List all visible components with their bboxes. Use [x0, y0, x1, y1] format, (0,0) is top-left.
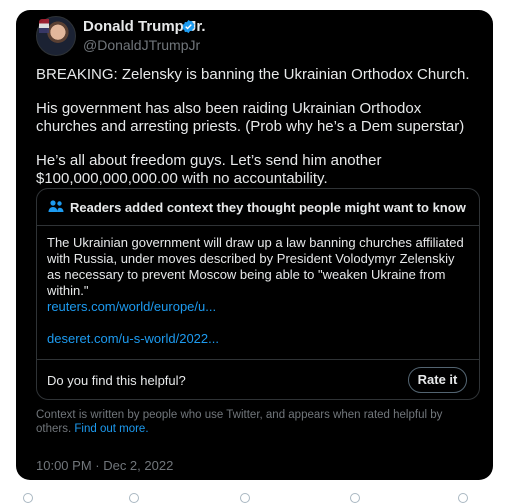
share-icon[interactable] — [458, 493, 468, 503]
community-note-title: Readers added context they thought peopl… — [70, 200, 466, 215]
author-handle[interactable]: @DonaldJTrumpJr — [83, 37, 200, 53]
community-note-body: The Ukrainian government will draw up a … — [47, 235, 464, 298]
reply-icon[interactable] — [23, 493, 33, 503]
source-link[interactable]: reuters.com/world/europe/u... — [47, 299, 216, 314]
tweet-card: Donald Trump Jr. @DonaldJTrumpJr BREAKIN… — [16, 10, 493, 480]
tweet-paragraph: His government has also been raiding Ukr… — [36, 100, 465, 135]
tweet-timestamp[interactable]: 10:00 PM · Dec 2, 2022 — [36, 458, 173, 473]
community-note-header: Readers added context they thought peopl… — [37, 189, 479, 226]
people-icon — [48, 200, 64, 212]
avatar[interactable] — [36, 16, 76, 56]
flag-graphic — [39, 19, 49, 33]
find-out-more-link[interactable]: Find out more. — [74, 423, 148, 435]
verified-badge-icon — [182, 19, 195, 34]
retweet-icon[interactable] — [129, 493, 139, 503]
community-note: Readers added context they thought peopl… — [36, 188, 480, 400]
context-footer: Context is written by people who use Twi… — [36, 408, 480, 436]
views-icon[interactable] — [350, 493, 360, 503]
like-icon[interactable] — [240, 493, 250, 503]
helpful-row: Do you find this helpful? Rate it — [37, 359, 479, 401]
helpful-question: Do you find this helpful? — [47, 373, 186, 388]
tweet-text: BREAKING: Zelensky is banning the Ukrain… — [36, 66, 476, 204]
tweet-paragraph: He’s all about freedom guys. Let’s send … — [36, 152, 386, 187]
action-bar-partial — [0, 490, 508, 500]
tweet-paragraph: BREAKING: Zelensky is banning the Ukrain… — [36, 66, 470, 83]
source-link[interactable]: deseret.com/u-s-world/2022... — [47, 331, 219, 346]
rate-it-button[interactable]: Rate it — [408, 367, 467, 393]
